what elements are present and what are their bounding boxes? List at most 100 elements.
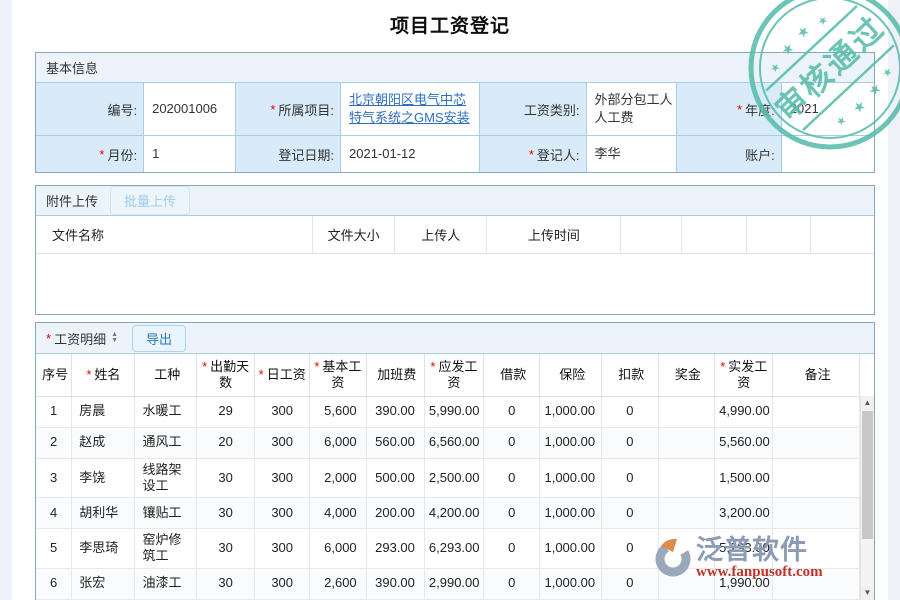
salary-column-header: 借款 (483, 354, 540, 396)
salary-cell: 1,000.00 (540, 498, 602, 529)
salary-cell: 0 (483, 396, 540, 427)
scroll-down-icon[interactable]: ▼ (861, 586, 874, 600)
salary-cell: 0 (602, 498, 659, 529)
salary-cell: 293.00 (366, 529, 424, 569)
salary-cell: 300 (255, 529, 310, 569)
salary-cell: 300 (255, 396, 310, 427)
field-value: 外部分包工人人工费 (587, 83, 678, 136)
salary-cell (658, 498, 715, 529)
salary-row[interactable]: 2赵成通风工203006,000560.006,560.0001,000.000… (36, 427, 860, 458)
salary-cell (658, 458, 715, 498)
salary-cell: 560.00 (366, 427, 424, 458)
salary-cell: 线路架设工 (135, 458, 197, 498)
salary-cell: 1,000.00 (540, 396, 602, 427)
salary-cell (773, 427, 860, 458)
page-right-margin (888, 0, 900, 600)
salary-cell: 6,000 (310, 529, 367, 569)
attachment-column-header: 上传时间 (487, 216, 621, 253)
field-label: 账户: (677, 136, 782, 172)
salary-cell: 2,000 (310, 458, 367, 498)
salary-cell: 3 (36, 458, 72, 498)
salary-cell: 镶贴工 (135, 498, 197, 529)
salary-cell: 房晨 (72, 396, 135, 427)
salary-row[interactable]: 4胡利华镶贴工303004,000200.004,200.0001,000.00… (36, 498, 860, 529)
salary-section-bar: * 工资明细 ▲▼ 导出 (36, 323, 874, 354)
salary-column-header: *基本工资 (310, 354, 367, 396)
salary-cell: 29 (197, 396, 255, 427)
field-value (782, 136, 874, 172)
basic-info-panel: 基本信息 编号: 202001006 *所属项目: 北京朝阳区电气中芯特气系统之… (35, 52, 875, 173)
salary-cell: 0 (483, 498, 540, 529)
vendor-watermark: 泛普软件 www.fanpusoft.com (653, 536, 823, 581)
attachment-table: 文件名称文件大小上传人上传时间 (36, 216, 874, 254)
salary-cell: 0 (602, 396, 659, 427)
field-value: 2021 (782, 83, 874, 136)
field-label: 工资类别: (480, 83, 586, 136)
salary-column-header: 保险 (540, 354, 602, 396)
required-asterisk: * (270, 102, 275, 117)
salary-cell (658, 396, 715, 427)
required-asterisk: * (314, 359, 319, 374)
salary-cell: 1,500.00 (715, 458, 773, 498)
salary-cell: 0 (602, 529, 659, 569)
salary-cell: 2,990.00 (424, 568, 483, 599)
salary-cell: 5,560.00 (715, 427, 773, 458)
salary-cell: 4,990.00 (715, 396, 773, 427)
salary-cell: 300 (255, 427, 310, 458)
salary-section-title: 工资明细 (54, 329, 106, 348)
scrollbar-thumb[interactable] (862, 411, 873, 539)
attachment-column-header (747, 216, 811, 253)
basic-info-section-bar: 基本信息 (36, 53, 874, 83)
salary-cell: 1 (36, 396, 72, 427)
salary-cell: 300 (255, 568, 310, 599)
required-asterisk: * (202, 359, 207, 374)
salary-row[interactable]: 3李饶线路架设工303002,000500.002,500.0001,000.0… (36, 458, 860, 498)
attachment-column-header (681, 216, 746, 253)
salary-cell: 2 (36, 427, 72, 458)
salary-row[interactable]: 1房晨水暖工293005,600390.005,990.0001,000.000… (36, 396, 860, 427)
sort-icon[interactable]: ▲▼ (111, 332, 118, 344)
salary-cell: 6,560.00 (424, 427, 483, 458)
salary-cell: 30 (197, 498, 255, 529)
field-label: *年度: (677, 83, 782, 136)
required-asterisk: * (259, 367, 264, 382)
salary-cell: 0 (483, 427, 540, 458)
salary-cell: 0 (483, 568, 540, 599)
page-title: 项目工资登记 (0, 0, 900, 38)
salary-column-header: *应发工资 (424, 354, 483, 396)
required-asterisk: * (529, 147, 534, 162)
required-asterisk: * (737, 102, 742, 117)
required-asterisk: * (720, 359, 725, 374)
required-asterisk: * (430, 359, 435, 374)
field-label: 编号: (36, 83, 144, 136)
batch-upload-button[interactable]: 批量上传 (110, 186, 190, 215)
attachment-column-header (810, 216, 874, 253)
export-button[interactable]: 导出 (132, 325, 186, 352)
field-label: *登记人: (480, 136, 586, 172)
salary-cell: 水暖工 (135, 396, 197, 427)
salary-cell: 30 (197, 529, 255, 569)
scroll-up-icon[interactable]: ▲ (861, 396, 874, 410)
salary-cell: 5,600 (310, 396, 367, 427)
salary-cell: 1,000.00 (540, 458, 602, 498)
project-link[interactable]: 北京朝阳区电气中芯特气系统之GMS安装 (349, 91, 477, 126)
salary-cell: 窑炉修筑工 (135, 529, 197, 569)
salary-cell: 4,000 (310, 498, 367, 529)
salary-cell: 300 (255, 498, 310, 529)
salary-cell: 张宏 (72, 568, 135, 599)
attachment-column-header: 文件大小 (313, 216, 395, 253)
field-value: 202001006 (144, 83, 236, 136)
salary-cell (658, 427, 715, 458)
salary-cell: 李饶 (72, 458, 135, 498)
table-scrollbar[interactable]: ▲ ▼ (860, 396, 874, 600)
attachment-empty-body (36, 254, 874, 314)
attachment-column-header: 上传人 (395, 216, 487, 253)
field-value: 1 (144, 136, 236, 172)
salary-cell: 赵成 (72, 427, 135, 458)
salary-cell: 2,600 (310, 568, 367, 599)
salary-cell: 4 (36, 498, 72, 529)
salary-cell: 200.00 (366, 498, 424, 529)
basic-info-grid: 编号: 202001006 *所属项目: 北京朝阳区电气中芯特气系统之GMS安装… (36, 83, 874, 172)
salary-column-header: *姓名 (72, 354, 135, 396)
salary-cell: 3,200.00 (715, 498, 773, 529)
